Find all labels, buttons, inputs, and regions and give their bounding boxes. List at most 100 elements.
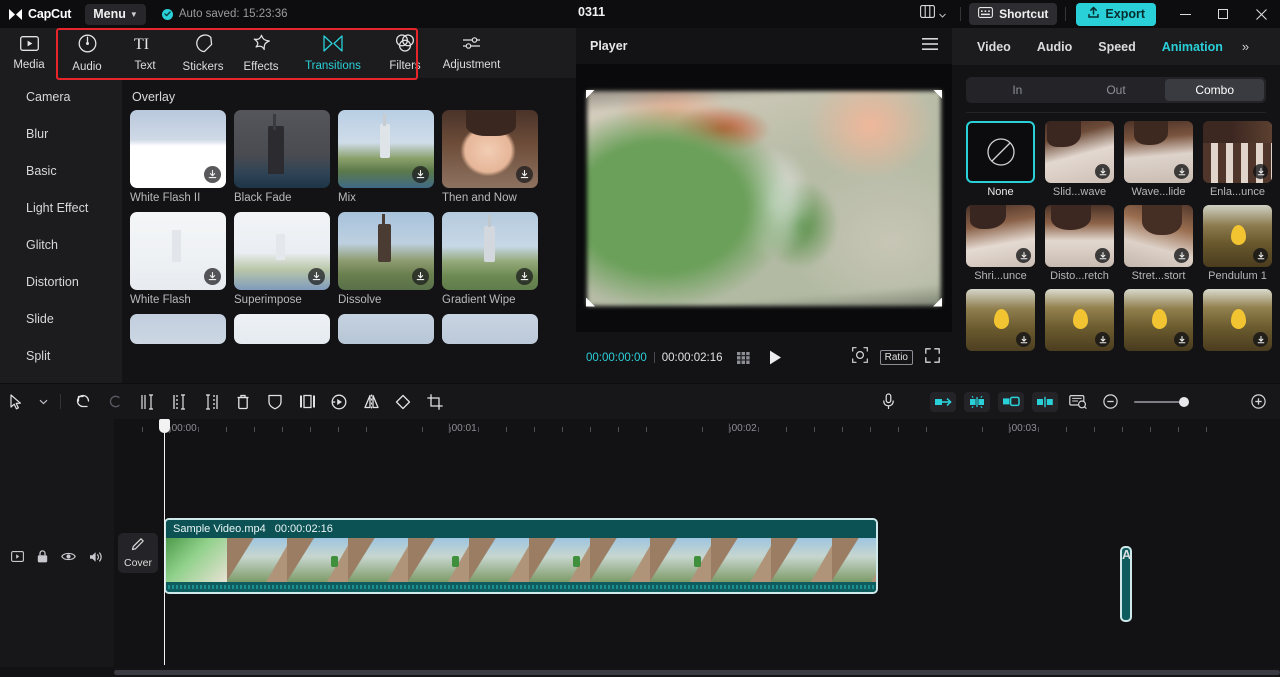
category-slide[interactable]: Slide: [0, 300, 122, 337]
play-button[interactable]: [769, 350, 782, 365]
transition-item[interactable]: [442, 314, 546, 344]
focus-icon[interactable]: [851, 347, 868, 368]
category-split[interactable]: Split: [0, 337, 122, 374]
animation-item[interactable]: Pendulum 1: [1203, 205, 1280, 282]
zoom-in-icon[interactable]: [1242, 384, 1274, 419]
download-icon[interactable]: [204, 166, 221, 183]
undo-icon[interactable]: [67, 384, 99, 419]
animation-item[interactable]: Disto...retch: [1045, 205, 1124, 282]
download-icon[interactable]: [308, 268, 325, 285]
scrollbar-thumb[interactable]: [114, 670, 1280, 675]
download-icon[interactable]: [412, 268, 429, 285]
microphone-icon[interactable]: [872, 384, 904, 419]
tool-adjustment[interactable]: Adjustment: [434, 28, 509, 78]
menu-button[interactable]: Menu ▼: [85, 3, 146, 25]
animation-item-none[interactable]: None: [966, 121, 1045, 198]
category-light-effect[interactable]: Light Effect: [0, 189, 122, 226]
zoom-slider[interactable]: [1134, 396, 1189, 407]
zoom-out-icon[interactable]: [1094, 384, 1126, 419]
tool-transitions[interactable]: Transitions: [290, 28, 376, 78]
crop-icon[interactable]: [419, 384, 451, 419]
category-camera[interactable]: Camera: [0, 78, 122, 115]
transition-item[interactable]: Mix: [338, 110, 442, 204]
split-icon[interactable]: [131, 384, 163, 419]
tool-effects[interactable]: Effects: [232, 28, 290, 78]
mirror-split-icon[interactable]: [1032, 391, 1058, 412]
category-blur[interactable]: Blur: [0, 115, 122, 152]
transition-item[interactable]: [130, 314, 234, 344]
download-icon[interactable]: [1095, 332, 1110, 347]
category-distortion[interactable]: Distortion: [0, 263, 122, 300]
select-tool-icon[interactable]: [0, 384, 32, 419]
link-clips-icon[interactable]: [998, 391, 1024, 412]
tab-speed[interactable]: Speed: [1085, 40, 1149, 54]
record-icon[interactable]: [11, 551, 24, 562]
transition-item[interactable]: [234, 314, 338, 344]
fullscreen-icon[interactable]: [925, 347, 940, 368]
tab-audio[interactable]: Audio: [1024, 40, 1085, 54]
minimize-button[interactable]: [1166, 0, 1204, 28]
download-icon[interactable]: [412, 166, 429, 183]
eye-icon[interactable]: [61, 551, 76, 562]
animation-item[interactable]: [966, 289, 1045, 354]
timeline-clip[interactable]: Sample Video.mp4 00:00:02:16: [164, 518, 878, 594]
lock-icon[interactable]: [37, 550, 48, 563]
timeline-ruler[interactable]: |00:00 |00:01 |00:02 |00:03: [114, 419, 1280, 445]
playhead-handle[interactable]: [159, 419, 170, 433]
download-icon[interactable]: [1253, 164, 1268, 179]
close-button[interactable]: [1242, 0, 1280, 28]
transition-item[interactable]: White Flash: [130, 212, 234, 306]
tool-media[interactable]: Media: [0, 28, 58, 78]
download-icon[interactable]: [1253, 248, 1268, 263]
playhead[interactable]: [159, 419, 170, 665]
filmstrip-icon[interactable]: [736, 351, 755, 364]
category-mask[interactable]: Mask: [0, 374, 122, 383]
maximize-button[interactable]: [1204, 0, 1242, 28]
download-icon[interactable]: [1174, 332, 1189, 347]
delete-icon[interactable]: [227, 384, 259, 419]
volume-icon[interactable]: [89, 551, 103, 563]
download-icon[interactable]: [1174, 164, 1189, 179]
segment-combo[interactable]: Combo: [1165, 79, 1265, 101]
trim-right-icon[interactable]: [195, 384, 227, 419]
download-icon[interactable]: [1016, 248, 1031, 263]
transition-item[interactable]: Then and Now: [442, 110, 546, 204]
transition-item[interactable]: White Flash II: [130, 110, 234, 204]
animation-item[interactable]: [1124, 289, 1203, 354]
smart-split-icon[interactable]: [964, 391, 990, 412]
ratio-button[interactable]: Ratio: [879, 350, 913, 365]
transition-item[interactable]: Dissolve: [338, 212, 442, 306]
tool-text[interactable]: TI Text: [116, 28, 174, 78]
freeze-icon[interactable]: [259, 384, 291, 419]
segment-out[interactable]: Out: [1067, 79, 1166, 101]
transition-item[interactable]: Gradient Wipe: [442, 212, 546, 306]
tab-video[interactable]: Video: [964, 40, 1024, 54]
redo-icon[interactable]: [99, 384, 131, 419]
tab-adjustment-clipped[interactable]: A: [1120, 546, 1132, 622]
transition-item[interactable]: [338, 314, 442, 344]
export-button[interactable]: Export: [1076, 2, 1156, 26]
hamburger-icon[interactable]: [922, 37, 938, 55]
category-basic[interactable]: Basic: [0, 152, 122, 189]
reverse-icon[interactable]: [291, 384, 323, 419]
cover-button[interactable]: Cover: [118, 533, 158, 573]
download-icon[interactable]: [204, 268, 221, 285]
layout-button[interactable]: [914, 3, 952, 25]
trim-left-icon[interactable]: [163, 384, 195, 419]
animation-item[interactable]: [1045, 289, 1124, 354]
zoom-slider-knob[interactable]: [1179, 396, 1189, 407]
tab-animation[interactable]: Animation: [1149, 40, 1236, 54]
tool-filters[interactable]: Filters: [376, 28, 434, 78]
preview-render-icon[interactable]: [1062, 384, 1094, 419]
rotate-icon[interactable]: [387, 384, 419, 419]
animation-item[interactable]: [1203, 289, 1280, 354]
tool-audio[interactable]: Audio: [58, 28, 116, 78]
segment-in[interactable]: In: [968, 79, 1067, 101]
chevron-right-double-icon[interactable]: »: [1242, 39, 1249, 54]
tool-stickers[interactable]: Stickers: [174, 28, 232, 78]
transition-item[interactable]: Superimpose: [234, 212, 338, 306]
chevron-down-icon[interactable]: [32, 384, 54, 419]
animation-item[interactable]: Stret...stort: [1124, 205, 1203, 282]
auto-cut-icon[interactable]: [930, 391, 956, 412]
shortcut-button[interactable]: Shortcut: [969, 3, 1058, 25]
